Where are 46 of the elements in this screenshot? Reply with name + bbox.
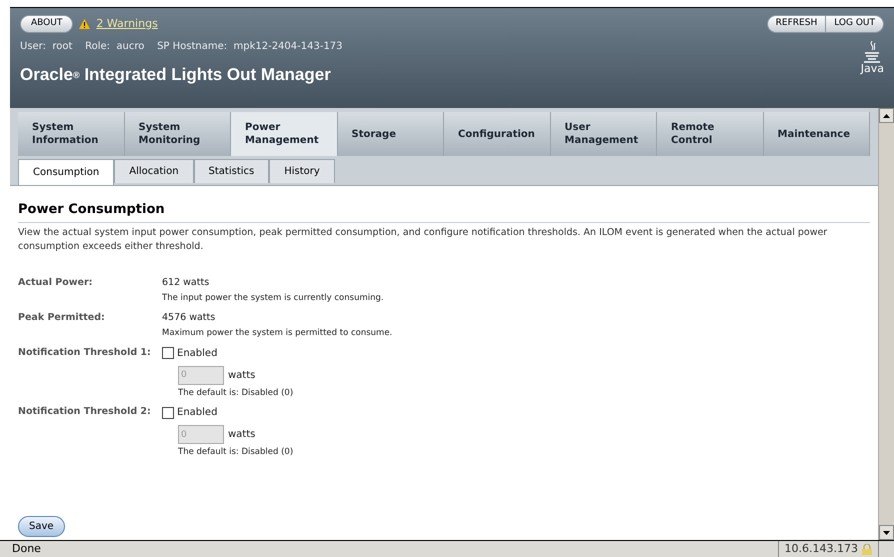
warning-icon — [79, 18, 90, 29]
main-tab[interactable]: System Information — [18, 112, 124, 156]
warnings-link[interactable]: 2 Warnings — [96, 16, 158, 32]
sub-tab[interactable]: History — [269, 159, 335, 183]
user-info: User: root Role: aucro SP Hostname: mpk12-2404-143-173 — [20, 40, 343, 54]
scroll-up-icon[interactable] — [883, 114, 890, 118]
status-text: Done — [12, 540, 41, 557]
main-tab[interactable]: Maintenance — [764, 112, 870, 156]
field-label: Peak Permitted: — [18, 310, 106, 324]
main-tab[interactable]: Remote Control — [657, 112, 764, 156]
main-tab[interactable]: Configuration — [444, 112, 550, 156]
checkbox[interactable] — [162, 406, 174, 419]
scrollbar[interactable] — [878, 108, 894, 540]
scroll-down-icon[interactable] — [883, 530, 890, 534]
field-value: 4576 watts — [162, 310, 216, 324]
save-button[interactable]: Save — [18, 516, 65, 537]
coffee-cup-icon — [863, 40, 882, 62]
checkbox-label: Enabled — [177, 406, 218, 420]
main-tab[interactable]: User Management — [550, 112, 657, 156]
window-title: Oracle® Integrated Lights Out Manager — [20, 64, 332, 86]
help-text: Maximum power the system is permitted to consume. — [162, 326, 392, 340]
help-text: The default is: Disabled (0) — [178, 386, 294, 400]
sub-tab[interactable]: Consumption — [18, 159, 114, 185]
main-tab[interactable]: System Monitoring — [124, 112, 231, 156]
field-label: Actual Power: — [18, 276, 94, 290]
java-logo-text: Java — [860, 62, 884, 74]
unit-label: watts — [228, 368, 256, 382]
field-label: Notification Threshold 2: — [18, 405, 152, 420]
lock-icon — [862, 544, 872, 554]
about-button[interactable]: ABOUT — [20, 15, 74, 32]
checkbox-label: Enabled — [177, 346, 218, 360]
help-text: The default is: Disabled (0) — [178, 446, 294, 459]
main-tab[interactable]: Power Management — [231, 112, 338, 156]
refresh-button[interactable]: REFRESH — [768, 16, 826, 32]
checkbox[interactable] — [162, 347, 174, 359]
field-label: Notification Threshold 1: — [18, 346, 152, 360]
logout-button[interactable]: LOG OUT — [825, 16, 883, 32]
host-address: 10.6.143.173 — [784, 540, 858, 557]
description: View the actual system input power consumption, peak permitted consumption, and configure notification thresholds. An ILOM event is generated when the actual power consumption exceeds either threshold. — [18, 226, 828, 254]
help-text: The input power the system is currently consuming. — [162, 292, 384, 304]
page-title: Power Consumption — [18, 200, 870, 222]
field-value: 612 watts — [162, 276, 210, 290]
sub-tab[interactable]: Allocation — [114, 159, 194, 183]
unit-label: watts — [228, 428, 256, 442]
sub-tab[interactable]: Statistics — [194, 159, 270, 183]
main-tab[interactable]: Storage — [338, 112, 444, 156]
